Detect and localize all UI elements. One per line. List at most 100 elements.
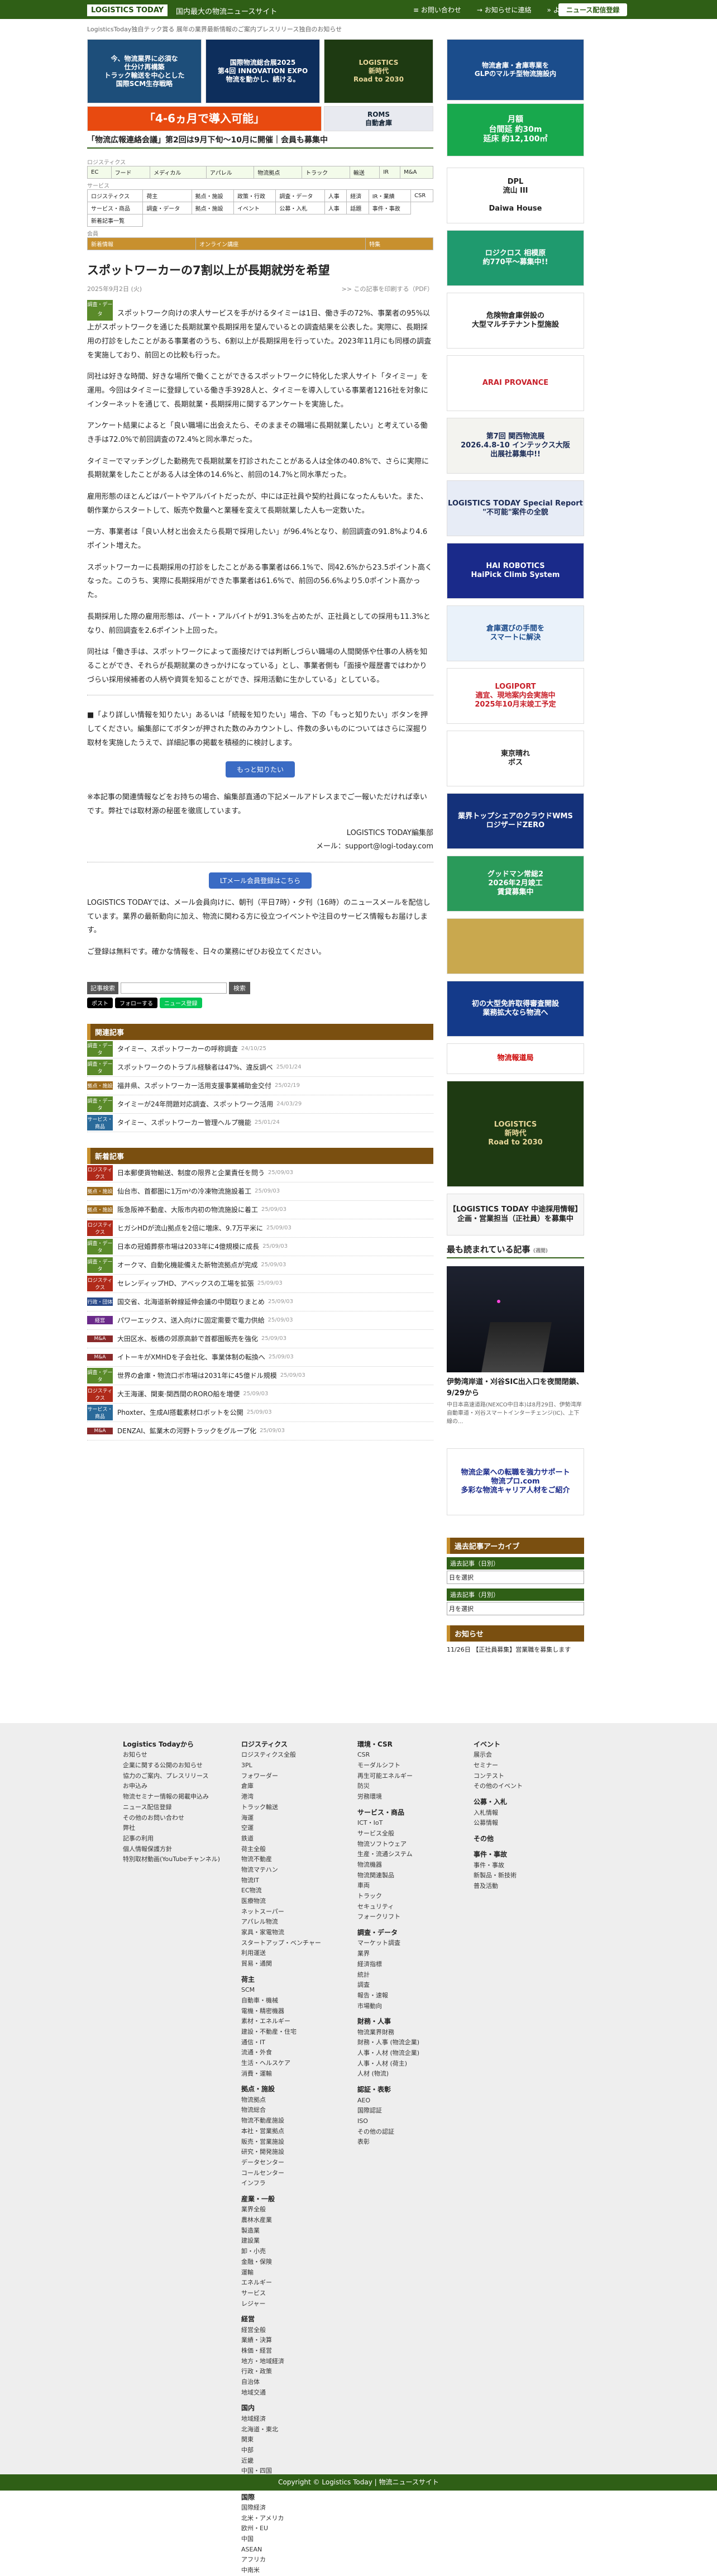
line-register-button[interactable]: ニュース登録	[160, 997, 202, 1008]
footer-link[interactable]: 経済指標	[357, 1959, 419, 1970]
footer-heading[interactable]: 環境・CSR	[357, 1739, 419, 1750]
footer-link[interactable]: 公募情報	[474, 1818, 523, 1829]
cat-logi-7[interactable]: IR	[379, 166, 401, 179]
list-item[interactable]: 経営 パワーエックス、送入向けに固定需要で電力供給 25/09/03	[87, 1311, 433, 1330]
footer-link[interactable]: その他のお問い合わせ	[123, 1813, 220, 1824]
footer-link[interactable]: サービス	[241, 2288, 321, 2299]
footer-link[interactable]: フォークリフト	[357, 1912, 419, 1923]
cat-member-1[interactable]: オンライン講座	[195, 237, 366, 250]
more-info-button[interactable]: もっと知りたい	[225, 761, 295, 778]
archive-month-select[interactable]: 月を選択	[447, 1602, 584, 1615]
list-item[interactable]: 調査・データ タイミーが24年問題対応調査、スポットワーク活用 24/03/29	[87, 1095, 433, 1114]
list-item-title[interactable]: 日本郵便貨物輸送、制度の限界と企業責任を問う	[117, 1168, 265, 1177]
footer-link[interactable]: 欧州・EU	[241, 2523, 321, 2534]
footer-link[interactable]: トラック輸送	[241, 1802, 321, 1813]
cat-svc-b-4[interactable]: 公募・入札	[275, 202, 325, 214]
footer-link[interactable]: 市場動向	[357, 2001, 419, 2012]
footer-link[interactable]: 人事・人材 (物流企業)	[357, 2048, 419, 2059]
list-item[interactable]: ロジスティクス 大王海運、関東·関西間のRORO船を増便 25/09/03	[87, 1385, 433, 1404]
footer-link[interactable]: ASEAN	[241, 2545, 321, 2555]
footer-link[interactable]: 協力のご案内、プレスリリース	[123, 1771, 220, 1782]
cat-logi-1[interactable]: フード	[111, 166, 151, 179]
footer-link[interactable]: 表彰	[357, 2137, 419, 2148]
footer-link[interactable]: 建設業	[241, 2236, 321, 2246]
list-item-title[interactable]: 大田区水、板橋の郊原高齢で首都圏販売を強化	[117, 1334, 258, 1343]
footer-link[interactable]: 卸・小売	[241, 2246, 321, 2257]
footer-link[interactable]: 経営全般	[241, 2325, 321, 2336]
footer-link[interactable]: お知らせ	[123, 1750, 220, 1761]
sidebar-ad-17[interactable]: 【LOGISTICS TODAY 中途採用情報】 企画・営業担当（正社員）を募集…	[447, 1194, 584, 1235]
footer-link[interactable]: 物流関連製品	[357, 1871, 419, 1881]
footer-link[interactable]: 株価・経営	[241, 2346, 321, 2356]
footer-link[interactable]: 物流不動産施設	[241, 2116, 321, 2126]
footer-link[interactable]: 業界	[357, 1949, 419, 1959]
sidebar-ad-8[interactable]: 倉庫選びの手間を スマートに解決	[447, 605, 584, 661]
footer-link[interactable]: EC物流	[241, 1886, 321, 1896]
popular-image[interactable]	[447, 1266, 584, 1372]
category-tag[interactable]: 調査・データ	[87, 1367, 113, 1384]
cat-svc-a-2[interactable]: 拠点・施設	[191, 189, 235, 202]
list-item-title[interactable]: 阪急阪神不動産、大阪市内初の物流施設に着工	[117, 1205, 258, 1214]
footer-link[interactable]: 3PL	[241, 1761, 321, 1771]
cat-svc-a-4[interactable]: 調査・データ	[275, 189, 325, 202]
nav-item-notice[interactable]: → お知らせに連絡	[477, 5, 532, 15]
footer-link[interactable]: 電機・精密機器	[241, 2006, 321, 2017]
footer-heading[interactable]: サービス・商品	[357, 1807, 419, 1818]
cat-svc-b-3[interactable]: イベント	[233, 202, 276, 214]
footer-link[interactable]: 地方・地域経済	[241, 2356, 321, 2367]
site-logo[interactable]: LOGISTICS TODAY	[87, 4, 168, 16]
list-item[interactable]: ロジスティクス セレンディップHD、アベックスの工場を拡張 25/09/03	[87, 1275, 433, 1293]
sidebar-ad-16[interactable]: LOGISTICS 新時代 Road to 2030	[447, 1081, 584, 1187]
footer-heading[interactable]: 産業・一般	[241, 2193, 321, 2205]
category-tag[interactable]: 行政・団体	[87, 1297, 113, 1306]
footer-heading[interactable]: Logistics Todayから	[123, 1739, 220, 1750]
footer-link[interactable]: サービス全般	[357, 1829, 419, 1839]
sidebar-ad-7[interactable]: HAI ROBOTICS HaiPick Climb System	[447, 543, 584, 599]
footer-link[interactable]: インフラ	[241, 2178, 321, 2189]
list-item[interactable]: 調査・データ オークマ、自動化機能備えた新物流拠点が完成 25/09/03	[87, 1256, 433, 1275]
footer-link[interactable]: 貿易・通関	[241, 1959, 321, 1969]
footer-link[interactable]: 生活・ヘルスケア	[241, 2058, 321, 2069]
category-tag[interactable]: 調査・データ	[87, 1096, 113, 1112]
category-tag[interactable]: 調査・データ	[87, 1238, 113, 1254]
cat-svc-b-2[interactable]: 拠点・施設	[191, 202, 235, 214]
category-tag[interactable]: ロジスティクス	[87, 1386, 113, 1402]
footer-link[interactable]: 倉庫	[241, 1781, 321, 1792]
footer-link[interactable]: 物流機器	[357, 1860, 419, 1871]
notice-item[interactable]: 11/26日 【正社員募集】営業職を募集します	[447, 1642, 584, 1657]
list-item-title[interactable]: イトーキがXMHDを子会社化、事業体制の転換へ	[117, 1352, 265, 1362]
cat-svc-a-6[interactable]: 経済	[346, 189, 369, 202]
footer-link[interactable]: 展示会	[474, 1750, 523, 1761]
cat-member-0[interactable]: 新着情報	[87, 237, 197, 250]
cat-logi-2[interactable]: メディカル	[150, 166, 207, 179]
footer-link[interactable]: フォワーダー	[241, 1771, 321, 1782]
footer-link[interactable]: データセンター	[241, 2158, 321, 2168]
footer-link[interactable]: 製造業	[241, 2226, 321, 2236]
list-item-title[interactable]: 仙台市、首都圏に1万m²の冷凍物流施設着工	[117, 1186, 251, 1196]
category-tag[interactable]: ロジスティクス	[87, 1165, 113, 1181]
cat-logi-4[interactable]: 物流拠点	[254, 166, 303, 179]
footer-link[interactable]: CSR	[357, 1750, 419, 1761]
footer-heading[interactable]: 拠点・施設	[241, 2083, 321, 2095]
footer-link[interactable]: 金融・保険	[241, 2257, 321, 2268]
category-tag[interactable]: 調査・データ	[87, 1059, 113, 1075]
footer-link[interactable]: 通信・IT	[241, 2038, 321, 2048]
cat-svc-b-5[interactable]: 人事	[324, 202, 347, 214]
category-tag[interactable]: 調査・データ	[87, 1041, 113, 1057]
footer-heading[interactable]: その他	[474, 1833, 523, 1844]
sidebar-ad-10[interactable]: 東京晴れ ボス	[447, 731, 584, 786]
footer-link[interactable]: 北米・アメリカ	[241, 2513, 321, 2524]
career-ad[interactable]: 物流企業への転職を強力サポート 物流プロ.com 多彩な物流キャリア人材をご紹介	[447, 1448, 584, 1515]
footer-link[interactable]: 業績・決算	[241, 2335, 321, 2346]
list-item[interactable]: サービス・商品 Phoxter、生成AI搭載素材ロボットを公開 25/09/03	[87, 1404, 433, 1422]
footer-link[interactable]: 中国	[241, 2534, 321, 2545]
footer-link[interactable]: 物流マテハン	[241, 1865, 321, 1876]
footer-link[interactable]: AEO	[357, 2096, 419, 2106]
footer-link[interactable]: 流通・外食	[241, 2048, 321, 2058]
list-item[interactable]: M&A イトーキがXMHDを子会社化、事業体制の転換へ 25/09/03	[87, 1348, 433, 1367]
sidebar-ad-1[interactable]: DPL 流山 III Daiwa House	[447, 168, 584, 223]
x-follow-button[interactable]: フォローする	[115, 997, 157, 1008]
footer-link[interactable]: 医療物流	[241, 1896, 321, 1907]
list-item[interactable]: 調査・データ タイミー、スポットワーカーの呼称調査 24/10/25	[87, 1040, 433, 1058]
list-item[interactable]: ロジスティクス ヒガシHDが流山拠点を2倍に増床、9.7万平米に 25/09/03	[87, 1219, 433, 1238]
